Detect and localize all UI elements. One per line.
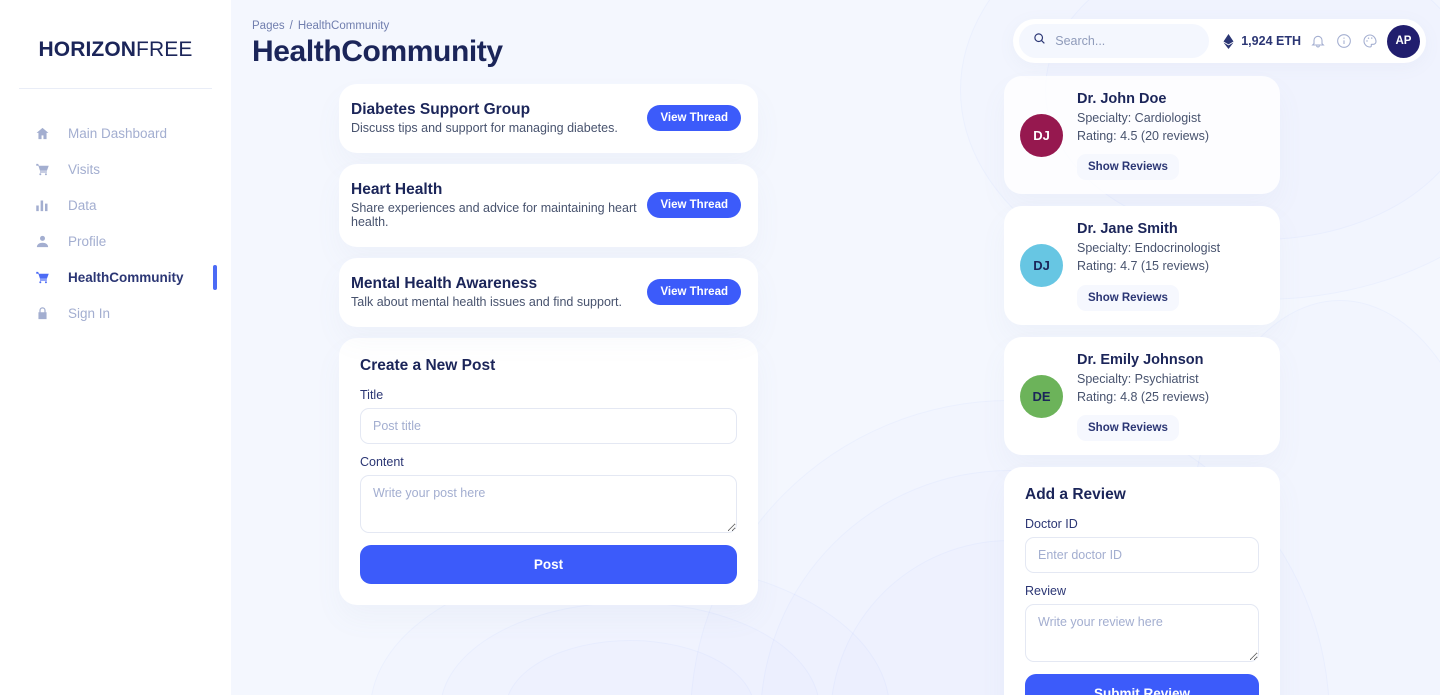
doctor-info: Dr. Emily Johnson Specialty: Psychiatris… (1077, 352, 1209, 441)
bell-icon[interactable] (1305, 28, 1331, 54)
doctor-info: Dr. Jane Smith Specialty: Endocrinologis… (1077, 221, 1221, 311)
sidebar-item-label: Sign In (68, 305, 111, 321)
eth-balance: 1,924 ETH (1223, 33, 1301, 49)
doctor-name: Dr. Jane Smith (1077, 221, 1178, 238)
thread-card: Heart Health Share experiences and advic… (339, 164, 758, 247)
search-placeholder-text: Search... (1055, 34, 1106, 48)
sidebar-item-sign-in[interactable]: Sign In (0, 295, 231, 331)
thread-title: Diabetes Support Group (351, 101, 531, 118)
breadcrumb-separator: / (289, 20, 293, 32)
avatar[interactable]: AP (1387, 24, 1420, 58)
add-review-heading: Add a Review (1025, 485, 1126, 503)
sidebar-item-label: HealthCommunity (68, 269, 184, 285)
person-icon (34, 233, 50, 249)
brand-name-bold: HORIZON (38, 38, 137, 61)
sidebar-divider (19, 88, 212, 89)
active-indicator (213, 265, 217, 290)
doctor-rating: Rating: 4.8 (25 reviews) (1077, 389, 1210, 404)
sidebar-item-label: Visits (68, 161, 101, 177)
sidebar-item-label: Data (68, 197, 97, 213)
doctor-specialty: Specialty: Psychiatrist (1077, 371, 1199, 386)
sidebar-nav: Main Dashboard Visits Data Profile Healt (0, 115, 231, 331)
submit-review-button[interactable]: Submit Review (1025, 673, 1259, 695)
thread-card: Mental Health Awareness Talk about menta… (339, 258, 758, 327)
breadcrumb-current[interactable]: HealthCommunity (298, 20, 389, 32)
show-reviews-button[interactable]: Show Reviews (1077, 154, 1179, 181)
thread-title: Mental Health Awareness (351, 275, 538, 292)
doctor-rating: Rating: 4.7 (15 reviews) (1077, 259, 1210, 274)
sidebar-item-profile[interactable]: Profile (0, 223, 231, 259)
post-content-label: Content (360, 455, 404, 469)
post-submit-button[interactable]: Post (360, 545, 737, 584)
review-textarea[interactable] (1025, 603, 1259, 662)
brand-logo: HORIZONFREE (0, 0, 231, 62)
sidebar-item-label: Profile (68, 233, 107, 249)
thread-description: Talk about mental health issues and find… (351, 295, 623, 309)
view-thread-button[interactable]: View Thread (647, 279, 741, 305)
sidebar-item-visits[interactable]: Visits (0, 151, 231, 187)
breadcrumb: Pages / HealthCommunity (252, 20, 503, 32)
thread-description: Discuss tips and support for managing di… (351, 121, 618, 135)
create-post-heading: Create a New Post (360, 357, 496, 374)
post-content-textarea[interactable] (360, 475, 737, 533)
doctor-name: Dr. Emily Johnson (1077, 351, 1204, 368)
info-icon[interactable] (1331, 28, 1357, 54)
search-icon (1033, 32, 1046, 50)
doctor-card: DJ Dr. John Doe Specialty: Cardiologist … (1004, 76, 1280, 195)
doctor-avatar: DE (1020, 374, 1063, 418)
show-reviews-button[interactable]: Show Reviews (1077, 284, 1179, 311)
search-input[interactable]: Search... (1019, 24, 1210, 58)
page-title: HealthCommunity (252, 35, 503, 68)
palette-icon[interactable] (1357, 28, 1383, 54)
doctors-panel: DJ Dr. John Doe Specialty: Cardiologist … (1004, 76, 1280, 695)
topbar: Search... 1,924 ETH AP (1013, 19, 1426, 63)
doctor-specialty: Specialty: Endocrinologist (1077, 241, 1221, 256)
sidebar-item-data[interactable]: Data (0, 187, 231, 223)
doctor-specialty: Specialty: Cardiologist (1077, 111, 1201, 125)
doctor-avatar: DJ (1020, 114, 1063, 158)
doctor-id-input[interactable] (1025, 536, 1259, 573)
cart-icon (34, 161, 50, 177)
lock-icon (34, 305, 50, 321)
doctor-name: Dr. John Doe (1077, 91, 1167, 107)
brand-name-light: FREE (136, 38, 193, 61)
doctor-avatar: DJ (1020, 244, 1063, 288)
post-title-input[interactable] (360, 408, 737, 444)
add-review-card: Add a Review Doctor ID Review Submit Rev… (1004, 466, 1280, 695)
cart-icon (34, 269, 50, 285)
thread-text: Diabetes Support Group Discuss tips and … (351, 101, 618, 135)
thread-title: Heart Health (351, 181, 443, 198)
doctor-info: Dr. John Doe Specialty: Cardiologist Rat… (1077, 91, 1210, 181)
doctor-card: DE Dr. Emily Johnson Specialty: Psychiat… (1004, 336, 1280, 455)
review-label: Review (1025, 583, 1066, 598)
sidebar-item-healthcommunity[interactable]: HealthCommunity (0, 259, 231, 295)
main-content: Diabetes Support Group Discuss tips and … (339, 84, 758, 605)
thread-text: Mental Health Awareness Talk about menta… (351, 275, 622, 309)
thread-description: Share experiences and advice for maintai… (351, 201, 637, 229)
doctor-rating: Rating: 4.5 (20 reviews) (1077, 129, 1210, 144)
thread-text: Heart Health Share experiences and advic… (351, 181, 647, 229)
create-post-card: Create a New Post Title Content Post (339, 338, 758, 605)
view-thread-button[interactable]: View Thread (647, 105, 741, 131)
view-thread-button[interactable]: View Thread (647, 192, 741, 218)
home-icon (34, 125, 50, 141)
show-reviews-button[interactable]: Show Reviews (1077, 414, 1179, 441)
bar-chart-icon (34, 197, 50, 213)
sidebar-item-main-dashboard[interactable]: Main Dashboard (0, 115, 231, 151)
page-header: Pages / HealthCommunity HealthCommunity (252, 20, 503, 69)
sidebar: HORIZONFREE Main Dashboard Visits Data P… (0, 0, 231, 695)
doctor-id-label: Doctor ID (1025, 516, 1078, 531)
sidebar-item-label: Main Dashboard (68, 125, 168, 141)
doctor-card: DJ Dr. Jane Smith Specialty: Endocrinolo… (1004, 206, 1280, 325)
ethereum-icon (1223, 33, 1234, 49)
post-title-label: Title (360, 388, 384, 402)
eth-amount-label: 1,924 ETH (1241, 34, 1301, 48)
thread-card: Diabetes Support Group Discuss tips and … (339, 84, 758, 153)
breadcrumb-root[interactable]: Pages (252, 20, 285, 32)
